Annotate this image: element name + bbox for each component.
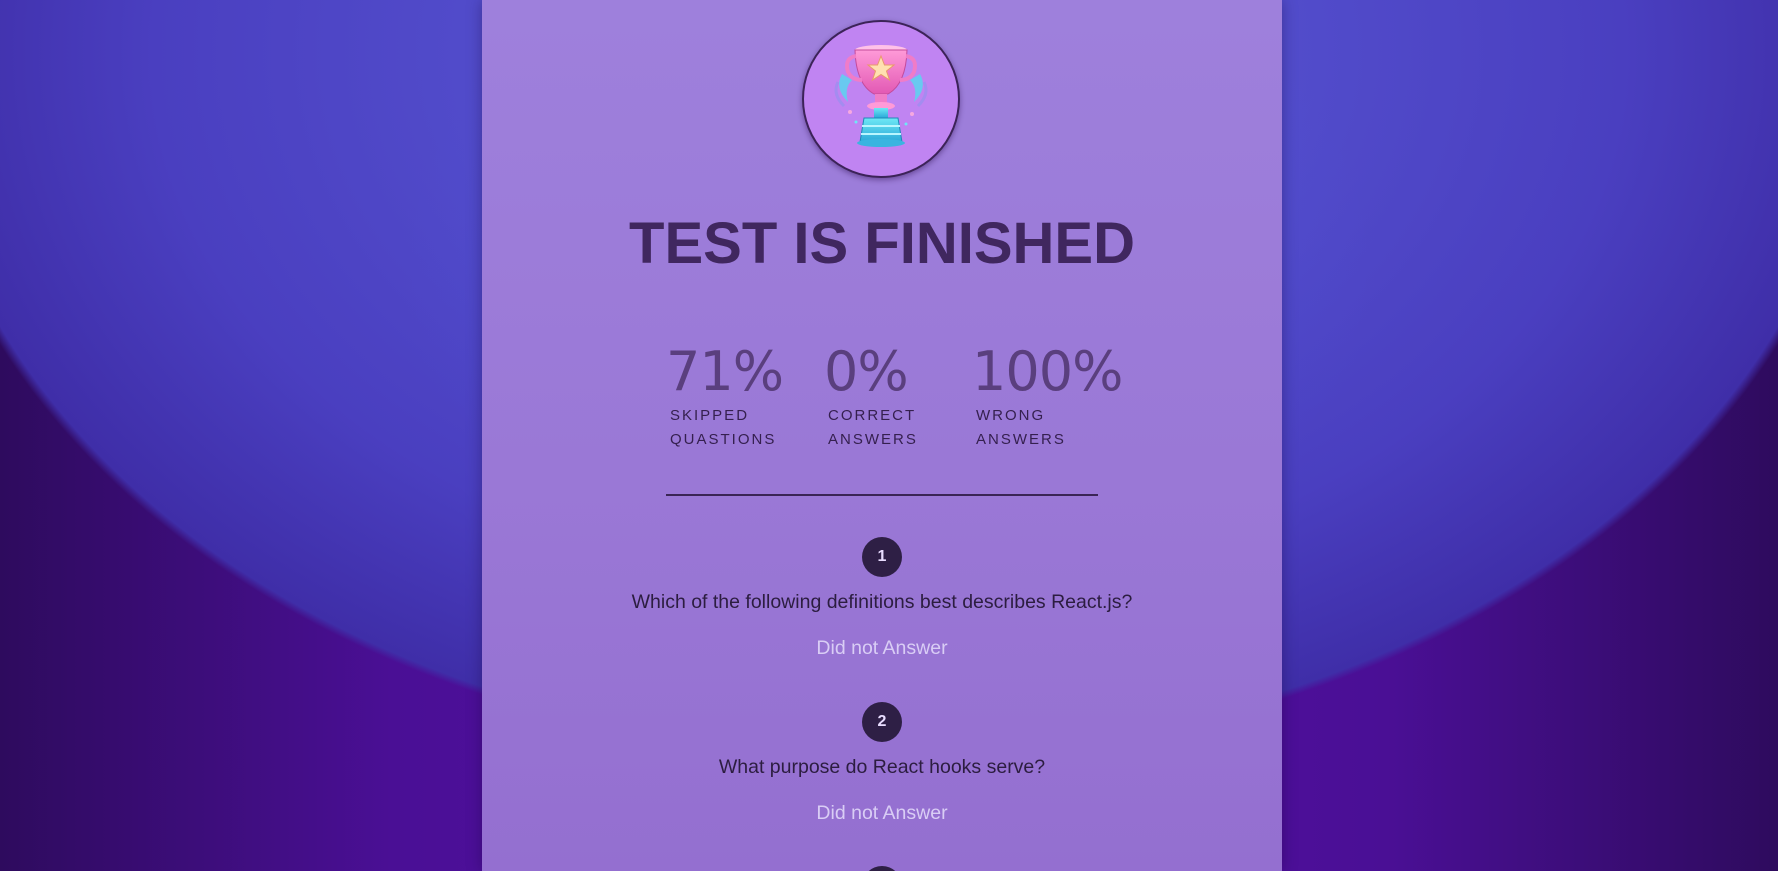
question-number-badge: 3 <box>862 866 902 871</box>
trophy-badge <box>802 20 960 178</box>
page-title: TEST IS FINISHED <box>629 211 1135 276</box>
question-number-badge: 2 <box>862 702 902 742</box>
stat-label: CORRECT ANSWERS <box>828 407 918 448</box>
stat-label: SKIPPED QUASTIONS <box>670 407 777 448</box>
stat-label: WRONG ANSWERS <box>976 407 1066 448</box>
divider <box>666 494 1098 496</box>
question-text: What purpose do React hooks serve? <box>718 756 1046 778</box>
question-item: 2 What purpose do React hooks serve? Did… <box>482 702 1282 826</box>
stat-value: 71% <box>666 340 784 403</box>
stat-wrong: 100% WRONG ANSWERS <box>972 340 1123 452</box>
results-card: TEST IS FINISHED 71% SKIPPED QUASTIONS 0… <box>482 0 1282 871</box>
question-item: 1 Which of the following definitions bes… <box>482 537 1282 661</box>
trophy-icon <box>834 45 928 147</box>
stat-value: 100% <box>972 340 1123 403</box>
question-item: 3 <box>482 866 1282 871</box>
stat-correct: 0% CORRECT ANSWERS <box>824 342 948 452</box>
question-text: Which of the following definitions best … <box>631 591 1133 613</box>
stats-row: 71% SKIPPED QUASTIONS 0% CORRECT ANSWERS… <box>666 342 1123 462</box>
question-answer-link[interactable]: Did not Answer <box>482 800 1282 826</box>
question-answer-link[interactable]: Did not Answer <box>482 635 1282 661</box>
question-number-badge: 1 <box>862 537 902 577</box>
stat-value: 0% <box>824 340 909 403</box>
stat-skipped: 71% SKIPPED QUASTIONS <box>666 342 790 452</box>
